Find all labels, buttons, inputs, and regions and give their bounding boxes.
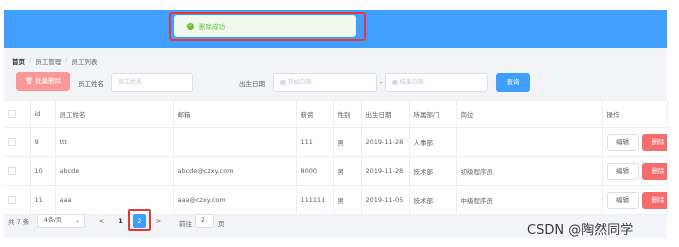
edit-button[interactable]: 编辑 bbox=[606, 162, 639, 180]
edit-button[interactable]: 编辑 bbox=[606, 133, 639, 151]
breadcrumb-separator: / bbox=[29, 56, 32, 64]
cell-id: 9 bbox=[30, 127, 56, 157]
column-header: 出生日期 bbox=[361, 101, 410, 128]
cell-salary: 111111 bbox=[296, 185, 334, 215]
employee-table: id 员工姓名 邮箱 薪资 性别 出生日期 所属部门 岗位 操作 9 ttt 1… bbox=[4, 101, 668, 215]
cell-actions: 编辑 删除 bbox=[602, 127, 668, 157]
prev-page-button[interactable]: < bbox=[95, 214, 108, 228]
table-header-row: id 员工姓名 邮箱 薪资 性别 出生日期 所属部门 岗位 操作 bbox=[4, 101, 668, 128]
page-button-1[interactable]: 1 bbox=[114, 214, 127, 228]
cell-id: 11 bbox=[30, 185, 56, 215]
delete-icon: 🗑 bbox=[24, 77, 34, 85]
csdn-watermark: CSDN @陶然同学 bbox=[527, 223, 634, 238]
name-filter-input[interactable]: 员工姓名 bbox=[111, 73, 193, 92]
goto-suffix: 页 bbox=[218, 220, 225, 228]
cell-gender: 男 bbox=[333, 156, 362, 186]
cell-salary: 111 bbox=[296, 127, 334, 157]
cell-birth: 2019-11-28 bbox=[361, 127, 410, 157]
query-button[interactable]: 查询 bbox=[496, 73, 530, 92]
cell-email: aaa@czxy.com bbox=[173, 185, 297, 215]
cell-name: abcde bbox=[55, 156, 174, 186]
cell-actions: 编辑 删除 bbox=[602, 185, 668, 215]
cell-id: 10 bbox=[30, 156, 56, 186]
cell-email bbox=[173, 127, 297, 157]
cell-birth: 2019-11-05 bbox=[361, 185, 410, 215]
next-page-button[interactable]: > bbox=[152, 214, 165, 228]
calendar-icon: ▦ bbox=[280, 79, 288, 86]
cell-birth: 2019-11-28 bbox=[361, 156, 410, 186]
breadcrumb-home[interactable]: 首页 bbox=[12, 56, 25, 66]
chevron-down-icon: ⌄ bbox=[74, 217, 80, 224]
cell-dept: 人事部 bbox=[409, 127, 457, 157]
column-header: id bbox=[30, 101, 56, 128]
end-date-input[interactable]: ▦ 结束日期 bbox=[385, 73, 488, 92]
cell-gender: 男 bbox=[333, 127, 362, 157]
cell-salary: 8000 bbox=[296, 156, 334, 186]
toast-highlight-box bbox=[169, 12, 366, 41]
row-checkbox[interactable] bbox=[4, 156, 31, 186]
column-header: 员工姓名 bbox=[55, 101, 174, 128]
cell-job bbox=[456, 127, 603, 157]
column-header: 邮箱 bbox=[173, 101, 297, 128]
table-row: 9 ttt 111 男 2019-11-28 人事部 编辑 删除 bbox=[4, 127, 668, 157]
row-checkbox[interactable] bbox=[4, 185, 31, 215]
start-date-input[interactable]: ▦ 开始日期 bbox=[273, 73, 377, 92]
delete-button[interactable]: 删除 bbox=[641, 191, 666, 209]
table-row: 10 abcde abcde@czxy.com 8000 男 2019-11-2… bbox=[4, 156, 668, 186]
calendar-icon: ▦ bbox=[392, 79, 400, 86]
cell-actions: 编辑 删除 bbox=[602, 156, 668, 186]
breadcrumb-employee-management[interactable]: 员工管理 bbox=[35, 56, 61, 66]
delete-button[interactable]: 删除 bbox=[641, 133, 666, 151]
delete-button[interactable]: 删除 bbox=[641, 162, 666, 180]
edit-button[interactable]: 编辑 bbox=[606, 191, 639, 209]
cell-name: aaa bbox=[55, 185, 174, 215]
cell-job: 初级程序员 bbox=[456, 156, 603, 186]
page-size-select[interactable]: 4条/页 ⌄ bbox=[37, 214, 85, 228]
current-page-highlight bbox=[128, 209, 151, 231]
breadcrumb-employee-list: 员工列表 bbox=[71, 58, 98, 66]
column-header: 性别 bbox=[333, 101, 362, 128]
select-all-checkbox[interactable] bbox=[4, 101, 31, 128]
breadcrumb-separator: / bbox=[65, 56, 68, 64]
column-header: 岗位 bbox=[456, 101, 603, 128]
batch-delete-button[interactable]: 🗑 批量删除 bbox=[16, 72, 70, 91]
cell-gender: 男 bbox=[333, 185, 362, 215]
column-header: 操作 bbox=[602, 101, 668, 128]
cell-job: 中级程序员 bbox=[456, 185, 603, 215]
table-row: 11 aaa aaa@czxy.com 111111 男 2019-11-05 … bbox=[4, 185, 668, 215]
cell-dept: 技术部 bbox=[409, 185, 457, 215]
row-checkbox[interactable] bbox=[4, 127, 31, 157]
birth-date-label: 出生日期 bbox=[239, 80, 265, 88]
cell-dept: 技术部 bbox=[409, 156, 457, 186]
cell-email: abcde@czxy.com bbox=[173, 156, 297, 186]
date-range-separator: - bbox=[380, 78, 383, 86]
breadcrumb: 首页 / 员工管理 / 员工列表 bbox=[12, 56, 97, 66]
goto-label: 前往 bbox=[179, 220, 192, 228]
column-header: 所属部门 bbox=[409, 101, 457, 128]
name-filter-label: 员工姓名 bbox=[78, 80, 104, 88]
column-header: 薪资 bbox=[296, 101, 334, 128]
cell-name: ttt bbox=[55, 127, 174, 157]
goto-page-input[interactable]: 2 bbox=[195, 214, 214, 228]
pagination-total: 共 7 条 bbox=[8, 218, 30, 226]
